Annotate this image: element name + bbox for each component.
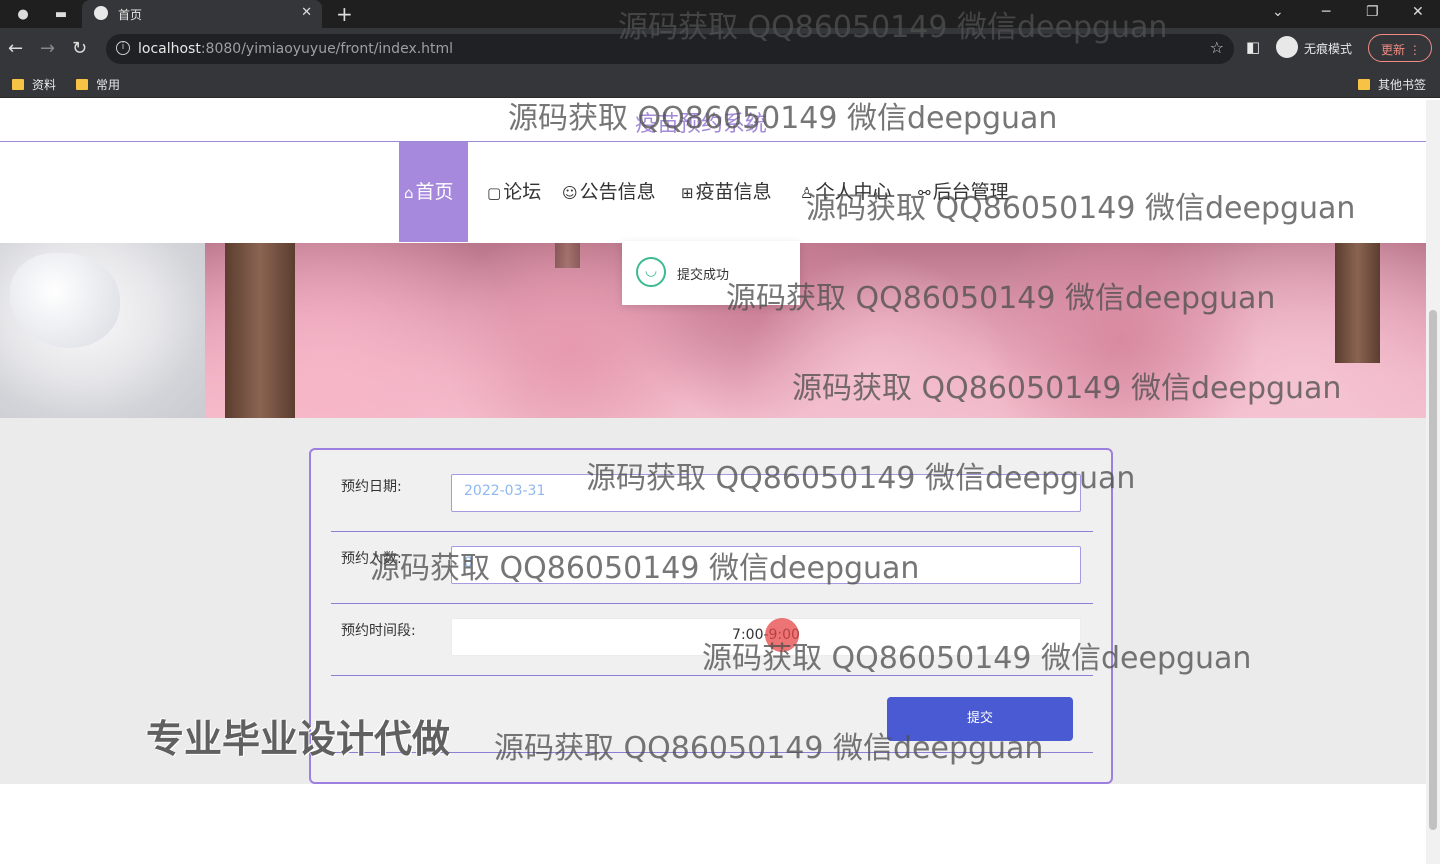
page-footer-space <box>0 784 1426 864</box>
bookmark-label: 资料 <box>32 78 57 92</box>
slot-label: 预约时间段: <box>341 623 416 639</box>
banner-side-image <box>0 243 205 418</box>
globe-icon[interactable]: ● <box>14 5 32 23</box>
reload-button[interactable]: ↻ <box>72 38 87 59</box>
bookmark-folder-changyong[interactable]: 常用 <box>76 76 120 93</box>
link-icon: ⚯ <box>918 184 931 202</box>
main-nav: ⌂ 首页 ▢ 论坛 ☺ 公告信息 ⊞ 疫苗信息 ♙ 个人中心 ⚯ 后台管理 <box>0 142 1426 242</box>
page-favicon-icon <box>94 6 108 20</box>
minimize-button[interactable]: ─ <box>1322 4 1330 20</box>
update-label: 更新 <box>1381 43 1406 57</box>
form-row-slot: 预约时间段: 7:00-9:00 <box>331 604 1093 676</box>
click-indicator <box>765 618 799 652</box>
user-icon: ♙ <box>800 184 814 202</box>
bookmark-label: 常用 <box>96 78 121 92</box>
update-button[interactable]: 更新 ⋮ <box>1368 34 1432 62</box>
vaccine-icon: ⊞ <box>681 184 694 202</box>
bookmark-folder-ziliao[interactable]: 资料 <box>12 76 56 93</box>
banner-image <box>205 243 1426 418</box>
tree-trunk <box>555 243 580 268</box>
smile-icon: ◡ <box>636 257 666 287</box>
site-title: 疫苗预约系统 <box>634 112 767 137</box>
notice-icon: ☺ <box>562 184 578 202</box>
nav-item-admin[interactable]: ⚯ 后台管理 <box>918 142 1009 242</box>
address-bar[interactable]: i localhost:8080/yimiaoyuyue/front/index… <box>106 34 1234 64</box>
folder-icon <box>12 79 24 90</box>
chevron-down-icon[interactable]: ⌄ <box>1272 4 1284 20</box>
incognito-icon <box>1276 36 1298 58</box>
bookmarks-bar: 资料 常用 其他书签 <box>0 70 1440 98</box>
tree-trunk <box>1335 243 1380 363</box>
url-host: localhost <box>138 41 201 57</box>
form-row-date: 预约日期: 2022-03-31 <box>331 460 1093 532</box>
url-text[interactable]: localhost:8080/yimiaoyuyue/front/index.h… <box>138 41 453 57</box>
forum-icon: ▢ <box>487 184 502 202</box>
banner-decoration <box>10 253 120 348</box>
browser-tab-bar: ● ▬ 首页 ✕ + ⌄ ─ ❐ ✕ <box>0 0 1440 28</box>
date-input[interactable]: 2022-03-31 <box>451 474 1081 512</box>
nav-item-profile[interactable]: ♙ 个人中心 <box>800 142 891 242</box>
scrollbar-thumb[interactable] <box>1429 310 1437 830</box>
browser-tab[interactable]: 首页 ✕ <box>82 0 322 28</box>
window-close-button[interactable]: ✕ <box>1412 4 1424 20</box>
nav-item-home[interactable]: ⌂ 首页 <box>399 142 468 242</box>
other-bookmarks[interactable]: 其他书签 <box>1358 76 1426 93</box>
tab-search-icon[interactable]: ▬ <box>52 5 70 23</box>
site-header: 疫苗预约系统 <box>0 100 1426 142</box>
forward-button[interactable]: → <box>40 38 55 59</box>
date-label: 预约日期: <box>341 479 402 495</box>
tree-trunk <box>225 243 295 418</box>
nav-item-vaccine[interactable]: ⊞ 疫苗信息 <box>681 142 772 242</box>
info-icon[interactable]: i <box>116 41 130 55</box>
nav-item-forum[interactable]: ▢ 论坛 <box>487 142 541 242</box>
submit-button[interactable]: 提交 <box>887 697 1073 741</box>
success-toast: ◡ 提交成功 <box>622 241 800 305</box>
toast-message: 提交成功 <box>677 268 730 283</box>
browser-toolbar: ← → ↻ i localhost:8080/yimiaoyuyue/front… <box>0 28 1440 70</box>
nav-label: 后台管理 <box>932 181 1009 203</box>
watermark-bold: 专业毕业设计代做 <box>146 717 451 761</box>
nav-label: 疫苗信息 <box>695 181 772 203</box>
nav-label: 论坛 <box>503 181 542 203</box>
nav-label: 个人中心 <box>815 181 892 203</box>
restore-button[interactable]: ❐ <box>1366 4 1379 20</box>
nav-label: 首页 <box>415 181 454 203</box>
nav-item-notice[interactable]: ☺ 公告信息 <box>562 142 656 242</box>
home-icon: ⌂ <box>404 184 414 202</box>
count-label: 预约人数: <box>341 551 402 567</box>
tab-title: 首页 <box>118 8 143 22</box>
new-tab-button[interactable]: + <box>336 2 353 26</box>
count-input[interactable]: 0 <box>451 546 1081 584</box>
nav-label: 公告信息 <box>579 181 656 203</box>
folder-icon <box>76 79 88 90</box>
incognito-label: 无痕模式 <box>1304 42 1353 56</box>
back-button[interactable]: ← <box>8 38 23 59</box>
page-scrollbar[interactable] <box>1426 100 1440 864</box>
close-icon[interactable]: ✕ <box>301 5 312 20</box>
url-path: :8080/yimiaoyuyue/front/index.html <box>200 41 454 57</box>
other-bookmarks-label: 其他书签 <box>1378 78 1427 92</box>
star-icon[interactable]: ☆ <box>1210 38 1224 57</box>
sidepanel-icon[interactable]: ◧ <box>1246 38 1260 56</box>
form-row-count: 预约人数: 0 <box>331 532 1093 604</box>
folder-icon <box>1358 79 1370 90</box>
